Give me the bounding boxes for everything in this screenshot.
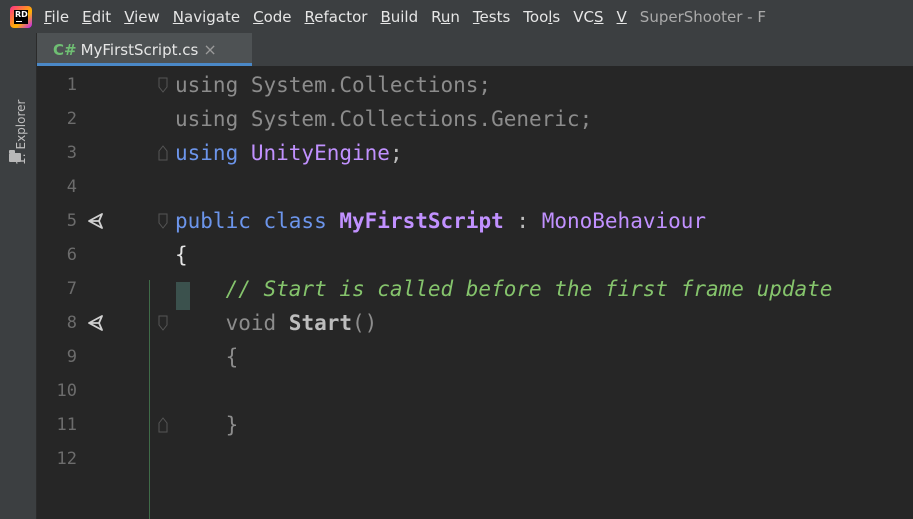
close-tab-icon[interactable]: × (203, 40, 216, 59)
code-text: public class MyFirstScript : MonoBehavio… (175, 209, 707, 233)
menu-refactor[interactable]: Refactor (305, 8, 368, 26)
code-line[interactable]: 6{ (37, 238, 913, 272)
editor-tab-bar: C# MyFirstScript.cs × (37, 33, 913, 67)
menu-run[interactable]: Run (431, 8, 460, 26)
code-line[interactable]: 4 (37, 170, 913, 204)
explorer-tool-tab[interactable]: 1: Explorer (2, 100, 28, 223)
menu-navigate[interactable]: Navigate (173, 8, 240, 26)
menu-file[interactable]: File (44, 8, 69, 26)
window-title: SuperShooter - F (639, 7, 766, 26)
code-text: using System.Collections.Generic; (175, 107, 593, 131)
left-tool-strip: 1: Explorer (0, 33, 37, 519)
csharp-file-icon: C# (53, 40, 77, 59)
code-text: using System.Collections; (175, 73, 492, 97)
menu-v[interactable]: V (617, 8, 627, 26)
code-line[interactable]: 8 void Start() (37, 306, 913, 340)
code-text: void Start() (175, 311, 378, 335)
menu-items: File Edit View Navigate Code Refactor Build Run… (44, 8, 640, 26)
line-number: 6 (66, 245, 77, 265)
line-number: 1 (66, 75, 77, 95)
code-text: using UnityEngine; (175, 141, 403, 165)
code-line[interactable]: 1 using System.Collections; (37, 68, 913, 102)
menu-code[interactable]: Code (253, 8, 291, 26)
line-number: 3 (66, 143, 77, 163)
fold-end-icon[interactable] (157, 145, 169, 161)
menu-view[interactable]: View (124, 8, 160, 26)
code-line[interactable]: 2 using System.Collections.Generic; (37, 102, 913, 136)
unity-event-function-icon[interactable] (87, 213, 107, 229)
menu-tools[interactable]: Tools (523, 8, 560, 26)
rider-logo-icon: RD (10, 5, 32, 28)
fold-start-icon[interactable] (157, 77, 169, 93)
code-line[interactable]: 12 (37, 442, 913, 476)
code-text: } (175, 413, 239, 437)
fold-end-icon[interactable] (157, 417, 169, 433)
line-number: 4 (66, 177, 77, 197)
code-line[interactable]: 10 (37, 374, 913, 408)
code-line[interactable]: 7 // Start is called before the first fr… (37, 272, 913, 306)
line-number: 7 (66, 279, 77, 299)
menu-vcs[interactable]: VCS (573, 8, 603, 26)
line-number: 9 (66, 347, 77, 367)
code-text: { (175, 345, 239, 369)
line-number: 8 (66, 313, 77, 333)
menu-build[interactable]: Build (380, 8, 418, 26)
tab-filename: MyFirstScript.cs (80, 40, 199, 59)
tab-myfirstscript[interactable]: C# MyFirstScript.cs × (37, 33, 252, 66)
line-number: 11 (56, 415, 77, 435)
code-text: { (175, 243, 188, 267)
code-editor[interactable]: 1 using System.Collections; 2 using System.… (37, 66, 913, 519)
code-line[interactable]: 3 using UnityEngine; (37, 136, 913, 170)
code-line[interactable]: 5 public class MyFirstScript : MonoBehavi… (37, 204, 913, 238)
line-number: 5 (66, 211, 77, 231)
line-number: 2 (66, 109, 77, 129)
code-line[interactable]: 11 } (37, 408, 913, 442)
menu-edit[interactable]: Edit (82, 8, 111, 26)
menu-tests[interactable]: Tests (473, 8, 510, 26)
code-text: // Start is called before the first fram… (175, 277, 833, 301)
unity-event-function-icon[interactable] (87, 315, 107, 331)
menu-bar: RD File Edit View Navigate Code Refactor Build… (0, 0, 913, 33)
line-number: 10 (56, 381, 77, 401)
fold-start-icon[interactable] (157, 315, 169, 331)
line-number: 12 (56, 449, 77, 469)
code-line[interactable]: 9 { (37, 340, 913, 374)
folder-icon[interactable] (9, 150, 21, 162)
fold-start-icon[interactable] (157, 213, 169, 229)
